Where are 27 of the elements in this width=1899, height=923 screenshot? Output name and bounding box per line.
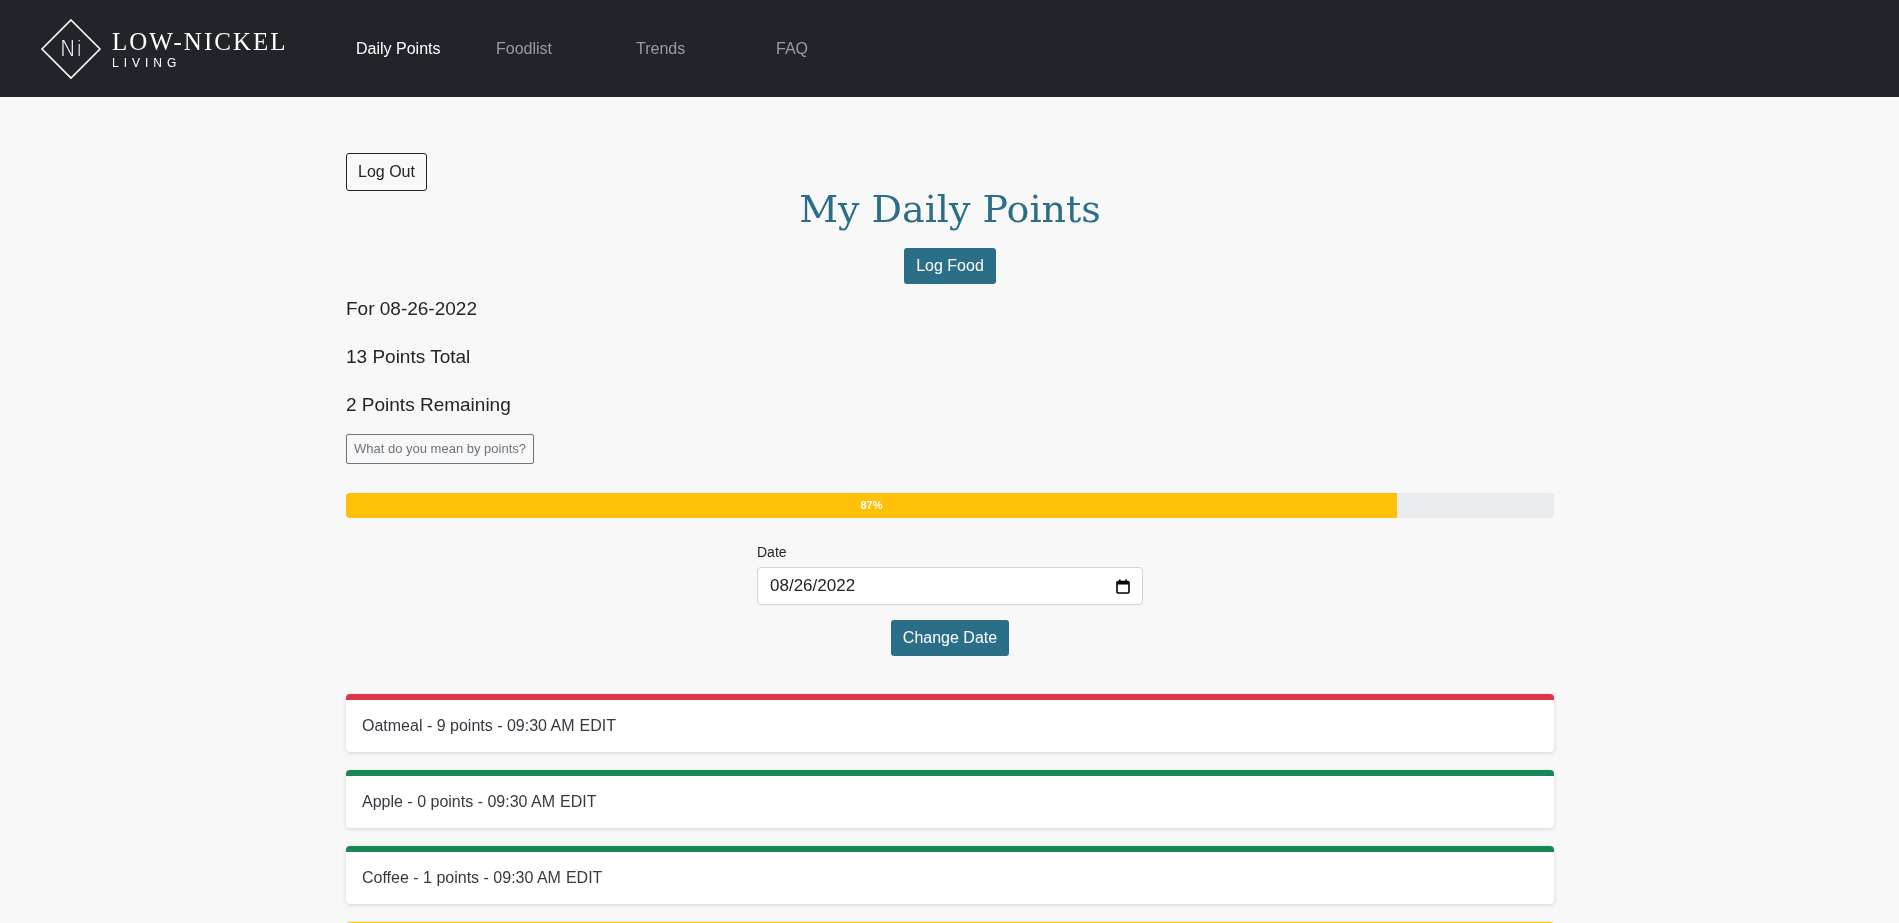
log-food-button[interactable]: Log Food	[904, 248, 996, 284]
brand-tagline: LIVING	[112, 55, 183, 70]
nav-link[interactable]: FAQ	[776, 36, 916, 61]
edit-link[interactable]: EDIT	[579, 714, 616, 738]
summary-heading: 13 Points Total	[346, 345, 472, 369]
date-label: Date	[757, 543, 788, 562]
nav-link[interactable]: Daily Points	[356, 36, 496, 61]
progress-label: 87%	[860, 498, 883, 514]
diamond-logo-icon	[40, 17, 102, 80]
date-value: 08/26/2022	[770, 575, 856, 598]
change-date-button[interactable]: Change Date	[890, 620, 1010, 656]
calendar-icon	[1116, 578, 1130, 594]
nav-link[interactable]: Foodlist	[496, 36, 636, 61]
logout-button[interactable]: Log Out	[346, 153, 427, 191]
food-entry-text: Apple - 0 points - 09:30 AM	[362, 792, 555, 812]
page-title: My Daily Points	[799, 186, 1101, 232]
edit-link[interactable]: EDIT	[560, 790, 597, 814]
brand-name: LOW-NICKEL	[112, 27, 288, 56]
food-entry-text: Coffee - 1 points - 09:30 AM	[362, 868, 561, 888]
nav-link[interactable]: Trends	[636, 36, 776, 61]
points-help-button[interactable]: What do you mean by points?	[346, 434, 534, 464]
logo-mark: Ni	[59, 35, 83, 63]
edit-link[interactable]: EDIT	[565, 866, 603, 890]
date-field[interactable]: 08/26/2022	[757, 567, 1143, 605]
food-entry-text: Oatmeal - 9 points - 09:30 AM	[362, 716, 575, 736]
summary-heading: 2 Points Remaining	[346, 393, 512, 417]
summary-heading: For 08-26-2022	[346, 297, 478, 321]
